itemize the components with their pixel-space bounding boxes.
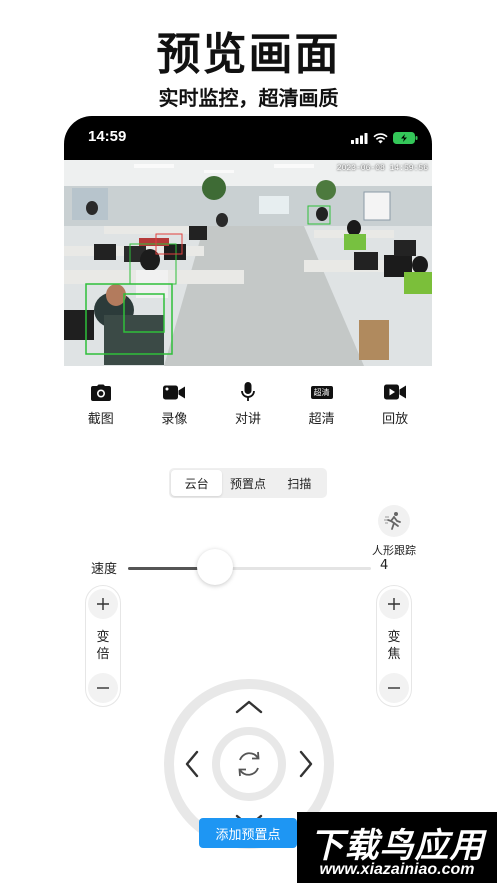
- screenshot-button[interactable]: 截图: [71, 381, 131, 427]
- plus-icon: [388, 598, 400, 610]
- promo-title: 预览画面: [156, 29, 341, 80]
- zoom-control: 变倍: [85, 585, 121, 707]
- zoom-out-button[interactable]: [88, 673, 118, 703]
- minus-icon: [97, 687, 109, 689]
- battery-charging-icon: [393, 129, 418, 148]
- arrow-left-icon[interactable]: [175, 738, 215, 790]
- add-preset-button[interactable]: 添加预置点: [199, 818, 297, 848]
- running-person-icon: [378, 505, 410, 537]
- promo-subtitle: 实时监控，超清画质: [158, 86, 339, 110]
- office-scene-image: [64, 160, 432, 366]
- microphone-icon: [241, 381, 255, 403]
- watermark-text: 下载鸟应用: [309, 826, 485, 866]
- tab-ptz[interactable]: 云台: [171, 470, 223, 496]
- watermark-logo: 下载鸟应用 www.xiazainiao.com: [297, 812, 497, 883]
- tab-presets[interactable]: 预置点: [222, 470, 273, 496]
- intercom-label: 对讲: [234, 412, 261, 427]
- speed-value: 4: [380, 558, 389, 573]
- status-bar: 14:59: [64, 116, 432, 160]
- arrow-right-icon[interactable]: [283, 738, 323, 790]
- record-button[interactable]: 录像: [144, 381, 204, 427]
- focus-control: 变焦: [376, 585, 412, 707]
- focus-in-button[interactable]: [379, 589, 409, 619]
- playback-icon: [384, 381, 407, 403]
- record-label: 录像: [161, 412, 188, 427]
- watermark-url: www.xiazainiao.com: [319, 861, 475, 878]
- zoom-in-button[interactable]: [88, 589, 118, 619]
- minus-icon: [388, 687, 400, 689]
- speed-label: 速度: [91, 562, 118, 577]
- signal-icon: [351, 129, 368, 148]
- speed-slider-track[interactable]: [128, 567, 371, 570]
- control-mode-tabs: 云台 预置点 扫描: [169, 468, 327, 498]
- hd-quality-label: 超清: [308, 412, 335, 427]
- arrow-up-icon[interactable]: [223, 690, 275, 730]
- screenshot-label: 截图: [87, 412, 114, 427]
- wifi-icon: [373, 129, 388, 148]
- focus-label: 变焦: [387, 630, 401, 662]
- speed-control: 速度 4: [64, 546, 432, 586]
- hd-badge-text: 超清: [310, 385, 333, 399]
- camera-icon: [90, 381, 111, 403]
- tab-scan[interactable]: 扫描: [274, 470, 325, 496]
- hd-quality-button[interactable]: 超清 超清: [292, 381, 352, 427]
- focus-out-button[interactable]: [379, 673, 409, 703]
- plus-icon: [97, 598, 109, 610]
- video-timestamp: 2023-06-08 14:59:56: [336, 164, 428, 173]
- playback-label: 回放: [382, 412, 409, 427]
- video-camera-icon: [163, 381, 186, 403]
- refresh-icon[interactable]: [212, 727, 286, 801]
- zoom-label: 变倍: [96, 630, 110, 662]
- speed-slider-thumb[interactable]: [197, 549, 234, 585]
- camera-live-view[interactable]: 2023-06-08 14:59:56: [64, 160, 432, 366]
- intercom-button[interactable]: 对讲: [218, 381, 278, 427]
- playback-button[interactable]: 回放: [365, 381, 425, 427]
- status-time: 14:59: [88, 128, 127, 145]
- hd-badge-icon: 超清: [310, 381, 333, 403]
- action-toolbar: 截图 录像 对讲 超清 超清 回放: [64, 366, 432, 438]
- phone-screen: 14:59 2023-06-08 14:59:56 截图 录像 对讲 超清 超清…: [64, 116, 432, 883]
